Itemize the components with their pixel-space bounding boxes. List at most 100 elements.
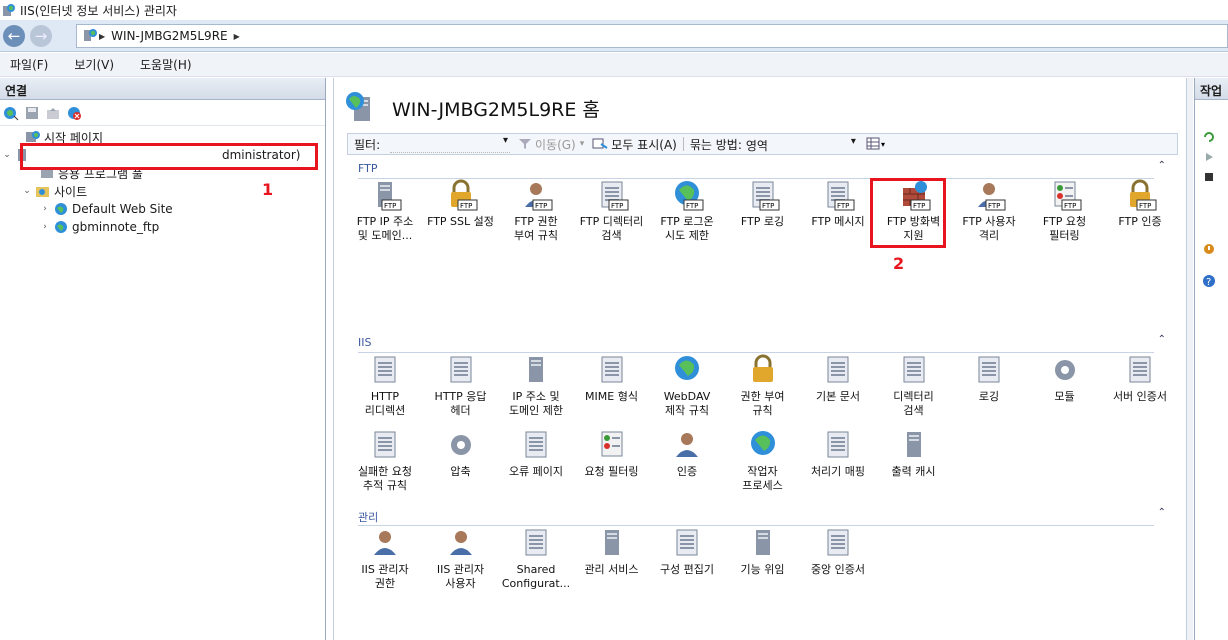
- breadcrumb-arrow-icon[interactable]: ▶: [234, 32, 240, 41]
- annotation-marker-2: 2: [893, 254, 905, 273]
- feature-ftp-dir-browse[interactable]: FTP FTP 디렉터리 검색: [577, 178, 647, 243]
- collapse-chevron-icon[interactable]: ⌃: [1158, 507, 1166, 518]
- window-title: IIS(인터넷 정보 서비스) 관리자: [20, 3, 177, 18]
- go-button[interactable]: 이동(G) ▾: [518, 136, 584, 153]
- menu-file[interactable]: 파일(F): [6, 54, 52, 75]
- feature-modules[interactable]: 모듈: [1030, 353, 1100, 404]
- forward-arrow-icon[interactable]: →: [30, 25, 52, 47]
- feature-mime-types[interactable]: MIME 형식: [577, 353, 647, 404]
- feature-configuration-editor[interactable]: 구성 편집기: [652, 526, 722, 577]
- feature-shared-configuration[interactable]: Shared Configurat...: [501, 526, 571, 591]
- feature-failed-request-tracing[interactable]: 실패한 요청 추적 규칙: [350, 428, 420, 493]
- feature-server-certificates[interactable]: 서버 인증서: [1105, 353, 1175, 404]
- up-folder-icon[interactable]: [44, 104, 62, 122]
- ftp-messages-icon: FTP: [821, 178, 855, 212]
- feature-label: 출력 캐시: [891, 465, 936, 478]
- feature-label: 중앙 인증서: [810, 563, 866, 576]
- address-breadcrumb[interactable]: ▶ WIN-JMBG2M5L9RE ▶: [76, 24, 1228, 48]
- central-certificates-icon: [821, 526, 855, 560]
- ftp-user-isolation-icon: FTP: [972, 178, 1006, 212]
- collapse-chevron-icon[interactable]: ⌄: [2, 150, 12, 160]
- feature-ftp-logon-limit[interactable]: FTP FTP 로그온 시도 제한: [652, 178, 722, 243]
- menu-help[interactable]: 도움말(H): [136, 54, 196, 75]
- stop-icon[interactable]: [1201, 170, 1217, 184]
- save-icon[interactable]: [23, 104, 41, 122]
- feature-ftp-authentication[interactable]: FTP FTP 인증: [1105, 178, 1175, 229]
- svg-text:FTP: FTP: [837, 202, 849, 210]
- expand-chevron-icon[interactable]: ›: [40, 222, 50, 232]
- filter-toolbar: 필터: 이동(G) ▾ 모두 표시(A) 묶는 방법: 영역 ▾: [347, 133, 1178, 155]
- warning-icon[interactable]: [1201, 242, 1217, 256]
- feature-label: FTP 로깅: [740, 215, 785, 228]
- feature-label: 로깅: [978, 390, 1000, 403]
- feature-central-certificates[interactable]: 중앙 인증서: [803, 526, 873, 577]
- disconnect-icon[interactable]: [65, 104, 83, 122]
- feature-worker-processes[interactable]: 작업자 프로세스: [728, 428, 798, 493]
- feature-ftp-authorization[interactable]: FTP FTP 권한 부여 규칙: [501, 178, 571, 243]
- feature-iis-manager-permissions[interactable]: IIS 관리자 권한: [350, 526, 420, 591]
- start-icon[interactable]: [1201, 150, 1217, 164]
- filter-label: 필터:: [354, 137, 381, 152]
- feature-ftp-request-filtering[interactable]: FTP FTP 요청 필터링: [1030, 178, 1100, 243]
- expand-chevron-icon[interactable]: ›: [40, 204, 50, 214]
- logging-icon: [978, 356, 1000, 383]
- feature-default-document[interactable]: 기본 문서: [803, 353, 873, 404]
- tree-sites[interactable]: ⌄ 사이트: [0, 182, 325, 200]
- feature-label: 모듈: [1054, 390, 1075, 403]
- feature-label: MIME 형식: [585, 390, 638, 403]
- section-title: FTP: [358, 162, 378, 175]
- request-filtering-icon: [601, 431, 622, 457]
- feature-handler-mappings[interactable]: 처리기 매핑: [803, 428, 873, 479]
- feature-iis-manager-users[interactable]: IIS 관리자 사용자: [426, 526, 496, 591]
- collapse-chevron-icon[interactable]: ⌃: [1158, 160, 1166, 171]
- feature-webdav[interactable]: WebDAV 제작 규칙: [652, 353, 722, 418]
- view-mode-button[interactable]: ▾: [866, 137, 886, 151]
- vertical-scrollbar[interactable]: [1187, 78, 1193, 640]
- ftp-request-filtering-icon: FTP: [1054, 181, 1081, 211]
- feature-ftp-ip-domain[interactable]: FTP FTP IP 주소 및 도메인...: [350, 178, 420, 243]
- feature-error-pages[interactable]: 오류 페이지: [501, 428, 571, 479]
- ftp-dir-browse-icon: FTP: [601, 181, 628, 211]
- collapse-chevron-icon[interactable]: ⌃: [1158, 334, 1166, 345]
- feature-authorization-rules[interactable]: 권한 부여 규칙: [728, 353, 798, 418]
- tree-site-default[interactable]: › Default Web Site: [0, 200, 325, 218]
- feature-compression[interactable]: 압축: [426, 428, 496, 479]
- configuration-editor-icon: [676, 529, 698, 556]
- globe-icon: [53, 201, 69, 217]
- feature-feature-delegation[interactable]: 기능 위임: [728, 526, 798, 577]
- breadcrumb-arrow-icon[interactable]: ▶: [99, 32, 105, 41]
- feature-directory-browsing[interactable]: 디렉터리 검색: [879, 353, 949, 418]
- help-icon[interactable]: ?: [1201, 274, 1217, 288]
- feature-authentication[interactable]: 인증: [652, 428, 722, 479]
- refresh-icon[interactable]: [1201, 130, 1217, 144]
- configuration-editor-icon: [670, 526, 704, 560]
- menu-view[interactable]: 보기(V): [70, 54, 118, 75]
- feature-request-filtering[interactable]: 요청 필터링: [577, 428, 647, 479]
- back-arrow-icon[interactable]: ←: [3, 25, 25, 47]
- tree-site-ftp[interactable]: › gbminnote_ftp: [0, 218, 325, 236]
- feature-ftp-ssl[interactable]: FTP FTP SSL 설정: [426, 178, 496, 229]
- ftp-ssl-icon: FTP: [444, 178, 478, 212]
- group-by-select[interactable]: 영역: [746, 135, 858, 153]
- collapse-chevron-icon[interactable]: ⌄: [22, 186, 32, 196]
- section-iis: IIS ⌃: [347, 334, 1178, 353]
- feature-logging[interactable]: 로깅: [954, 353, 1024, 404]
- feature-ip-domain-restrictions[interactable]: IP 주소 및 도메인 제한: [501, 353, 571, 418]
- section-ftp: FTP ⌃: [347, 160, 1178, 179]
- management-service-icon: [604, 530, 619, 555]
- feature-http-response-headers[interactable]: HTTP 응답 헤더: [426, 353, 496, 418]
- connect-icon[interactable]: [2, 104, 20, 122]
- feature-ftp-logging[interactable]: FTP FTP 로깅: [728, 178, 798, 229]
- feature-label: 압축: [450, 465, 471, 478]
- feature-label: 인증: [676, 465, 698, 478]
- filter-input[interactable]: [390, 135, 510, 153]
- show-all-button[interactable]: 모두 표시(A): [592, 136, 677, 153]
- feature-management-service[interactable]: 관리 서비스: [577, 526, 647, 577]
- webdav-icon: [675, 356, 699, 380]
- section-title: 관리: [358, 511, 379, 524]
- feature-ftp-messages[interactable]: FTP FTP 메시지: [803, 178, 873, 229]
- breadcrumb-server[interactable]: WIN-JMBG2M5L9RE: [111, 29, 227, 43]
- feature-output-caching[interactable]: 출력 캐시: [879, 428, 949, 479]
- feature-http-redirect[interactable]: HTTP 리디렉션: [350, 353, 420, 418]
- feature-ftp-user-isolation[interactable]: FTP FTP 사용자 격리: [954, 178, 1024, 243]
